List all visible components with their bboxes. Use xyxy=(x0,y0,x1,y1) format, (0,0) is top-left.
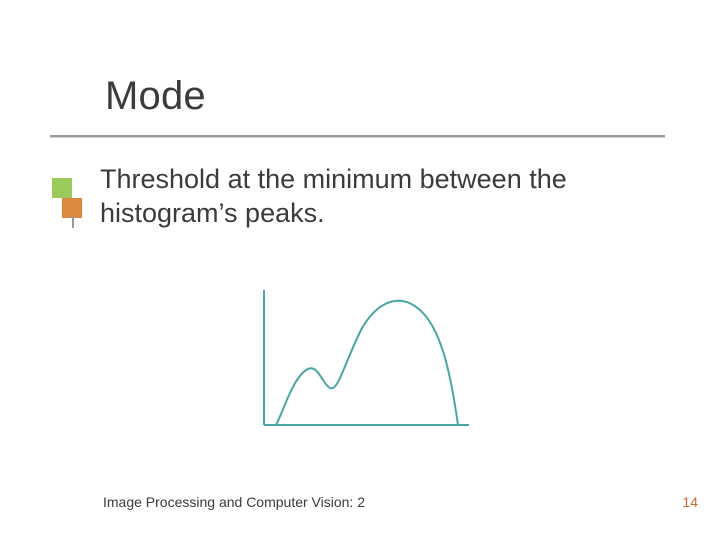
histogram-curve xyxy=(276,301,458,425)
page-number: 14 xyxy=(682,494,698,510)
accent-square-green xyxy=(52,178,72,198)
body-text: Threshold at the minimum between the his… xyxy=(100,163,660,231)
accent-tick xyxy=(72,216,74,228)
slide-title: Mode xyxy=(105,74,206,119)
title-underline-shadow xyxy=(50,137,665,138)
histogram-sketch xyxy=(244,280,484,435)
slide: Mode Threshold at the minimum between th… xyxy=(0,0,720,540)
accent-square-orange xyxy=(62,198,82,218)
footer-text: Image Processing and Computer Vision: 2 xyxy=(103,494,365,510)
